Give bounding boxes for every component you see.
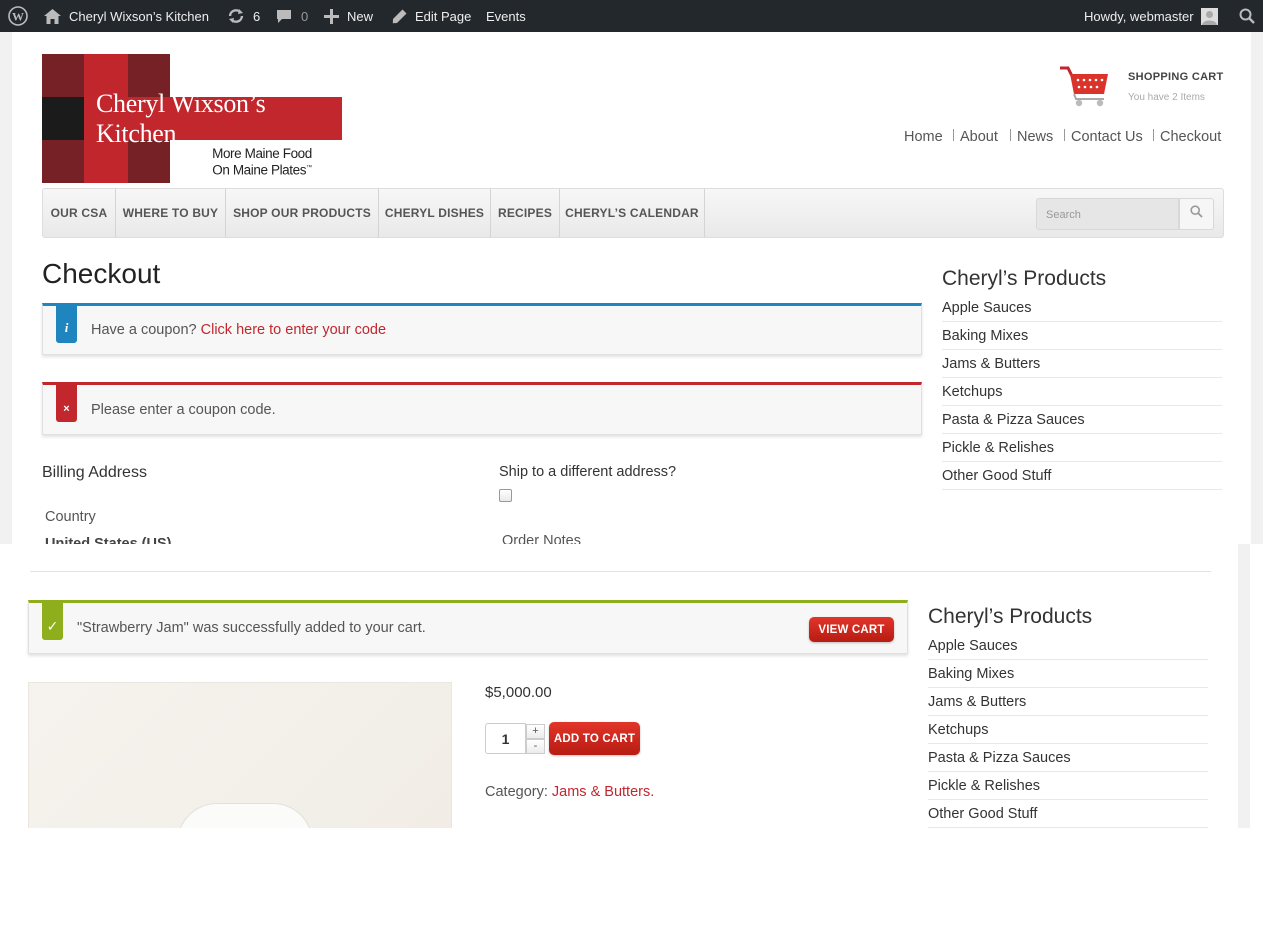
coupon-info-notice: i Have a coupon? Click here to enter you… — [42, 303, 922, 355]
search-icon[interactable] — [1239, 0, 1255, 32]
product-image[interactable] — [28, 682, 452, 828]
topnav-home[interactable]: Home — [904, 129, 943, 145]
topnav-contact[interactable]: Contact Us — [1071, 129, 1143, 145]
admin-bar: W Cheryl Wixson’s Kitchen 6 0 New Edit P… — [0, 0, 1263, 32]
edit-page-link[interactable]: Edit Page — [392, 0, 471, 32]
avatar — [1200, 7, 1218, 25]
ship-different-checkbox[interactable] — [499, 489, 512, 502]
nav-shop-products[interactable]: SHOP OUR PRODUCTS — [226, 189, 379, 237]
product-price: $5,000.00 — [485, 684, 552, 701]
logo-tagline: More Maine Food On Maine Plates™ — [212, 146, 312, 178]
ship-different-label: Ship to a different address? — [499, 464, 677, 480]
country-select[interactable]: United States (US) — [45, 534, 245, 544]
order-notes-label: Order Notes — [502, 533, 581, 544]
sidebar-title: Cheryl’s Products — [942, 267, 1107, 290]
quantity-decrease-button[interactable]: - — [526, 739, 545, 754]
success-message: "Strawberry Jam" was successfully added … — [77, 620, 426, 636]
coupon-error-notice: × Please enter a coupon code. — [42, 382, 922, 435]
new-label: New — [347, 8, 374, 24]
new-content-link[interactable]: New — [324, 0, 373, 32]
nav-our-csa[interactable]: OUR CSA — [43, 189, 116, 237]
shopping-cart-icon[interactable] — [1058, 64, 1112, 108]
page-gutter-right — [1238, 544, 1250, 828]
topnav-news[interactable]: News — [1017, 129, 1053, 145]
sidebar-title: Cheryl’s Products — [928, 605, 1093, 628]
sidebar-item-jams-butters[interactable]: Jams & Butters — [928, 688, 1208, 716]
error-message: Please enter a coupon code. — [91, 401, 276, 418]
search-icon — [1190, 205, 1203, 223]
sidebar-item-apple-sauces[interactable]: Apple Sauces — [928, 632, 1208, 660]
error-icon: × — [56, 384, 77, 422]
svg-text:W: W — [12, 10, 24, 24]
country-label: Country — [45, 509, 96, 525]
site-logo[interactable]: Cheryl Wixson’s Kitchen More Maine Food … — [42, 54, 342, 183]
page-gutter-right — [1251, 32, 1263, 544]
nav-cheryl-dishes[interactable]: CHERYL DISHES — [379, 189, 491, 237]
topnav-checkout[interactable]: Checkout — [1160, 129, 1221, 145]
blank-area — [0, 828, 1263, 939]
howdy-text: Howdy, webmaster — [1084, 8, 1194, 24]
quantity-increase-button[interactable]: + — [526, 724, 545, 739]
cart-success-notice: ✓ "Strawberry Jam" was successfully adde… — [28, 600, 908, 654]
page-title: Checkout — [42, 258, 161, 289]
comments-count: 0 — [301, 8, 309, 24]
user-account-menu[interactable]: Howdy, webmaster — [1084, 0, 1218, 32]
wordpress-logo-icon[interactable]: W — [8, 0, 28, 32]
refresh-icon — [227, 8, 245, 24]
add-to-cart-button[interactable]: ADD TO CART — [549, 722, 640, 755]
jar-lid — [177, 803, 313, 828]
plus-icon — [324, 8, 339, 24]
nav-cheryls-calendar[interactable]: CHERYL’S CALENDAR — [560, 189, 705, 237]
edit-page-label: Edit Page — [415, 8, 472, 24]
comment-icon — [276, 9, 292, 24]
nav-where-to-buy[interactable]: WHERE TO BUY — [116, 189, 226, 237]
sidebar-item-pickle-relishes[interactable]: Pickle & Relishes — [928, 772, 1208, 800]
updates-count: 6 — [253, 8, 261, 24]
coupon-prompt: Have a coupon? Click here to enter your … — [91, 322, 387, 338]
sidebar-item-ketchups[interactable]: Ketchups — [942, 378, 1222, 406]
sidebar-item-baking-mixes[interactable]: Baking Mixes — [928, 660, 1208, 688]
header-divider — [30, 571, 1211, 572]
sidebar-item-pasta-sauces[interactable]: Pasta & Pizza Sauces — [928, 744, 1208, 772]
category-link[interactable]: Jams & Butters — [552, 784, 650, 800]
updates-link[interactable]: 6 — [227, 0, 260, 32]
home-icon — [44, 8, 61, 24]
sidebar-item-pasta-sauces[interactable]: Pasta & Pizza Sauces — [942, 406, 1222, 434]
topnav-separator — [953, 129, 954, 141]
sidebar-item-pickle-relishes[interactable]: Pickle & Relishes — [942, 434, 1222, 462]
billing-heading: Billing Address — [42, 464, 147, 481]
coupon-link[interactable]: Click here to enter your code — [201, 322, 386, 338]
page-gutter-left — [0, 32, 12, 544]
sidebar-item-baking-mixes[interactable]: Baking Mixes — [942, 322, 1222, 350]
cart-title[interactable]: SHOPPING CART — [1128, 71, 1224, 83]
site-home-link[interactable]: Cheryl Wixson’s Kitchen — [44, 0, 209, 32]
order-notes-label-wrap: Order Notes — [502, 532, 702, 544]
checkmark-icon: ✓ — [42, 602, 63, 640]
topnav-separator — [1064, 129, 1065, 141]
logo-name: Cheryl Wixson’s Kitchen — [84, 89, 342, 148]
topnav-separator — [1010, 129, 1011, 141]
sidebar-item-other-good-stuff[interactable]: Other Good Stuff — [928, 800, 1208, 828]
topnav-separator — [1153, 129, 1154, 141]
view-cart-button[interactable]: VIEW CART — [809, 617, 894, 642]
cart-item-count: You have 2 Items — [1128, 92, 1205, 103]
pencil-icon — [392, 9, 407, 24]
events-link[interactable]: Events — [486, 0, 526, 32]
info-icon: i — [56, 305, 77, 343]
nav-recipes[interactable]: RECIPES — [491, 189, 560, 237]
topnav-about[interactable]: About — [960, 129, 998, 145]
quantity-input[interactable]: 1 — [485, 723, 526, 754]
site-name: Cheryl Wixson’s Kitchen — [69, 8, 209, 24]
comments-link[interactable]: 0 — [276, 0, 308, 32]
search-button[interactable] — [1179, 198, 1214, 230]
site-search-input[interactable]: Search — [1036, 198, 1179, 230]
sidebar-item-ketchups[interactable]: Ketchups — [928, 716, 1208, 744]
product-category: Category: Jams & Butters. — [485, 784, 655, 800]
sidebar-item-jams-butters[interactable]: Jams & Butters — [942, 350, 1222, 378]
sidebar-item-apple-sauces[interactable]: Apple Sauces — [942, 294, 1222, 322]
sidebar-item-other-good-stuff[interactable]: Other Good Stuff — [942, 462, 1222, 490]
